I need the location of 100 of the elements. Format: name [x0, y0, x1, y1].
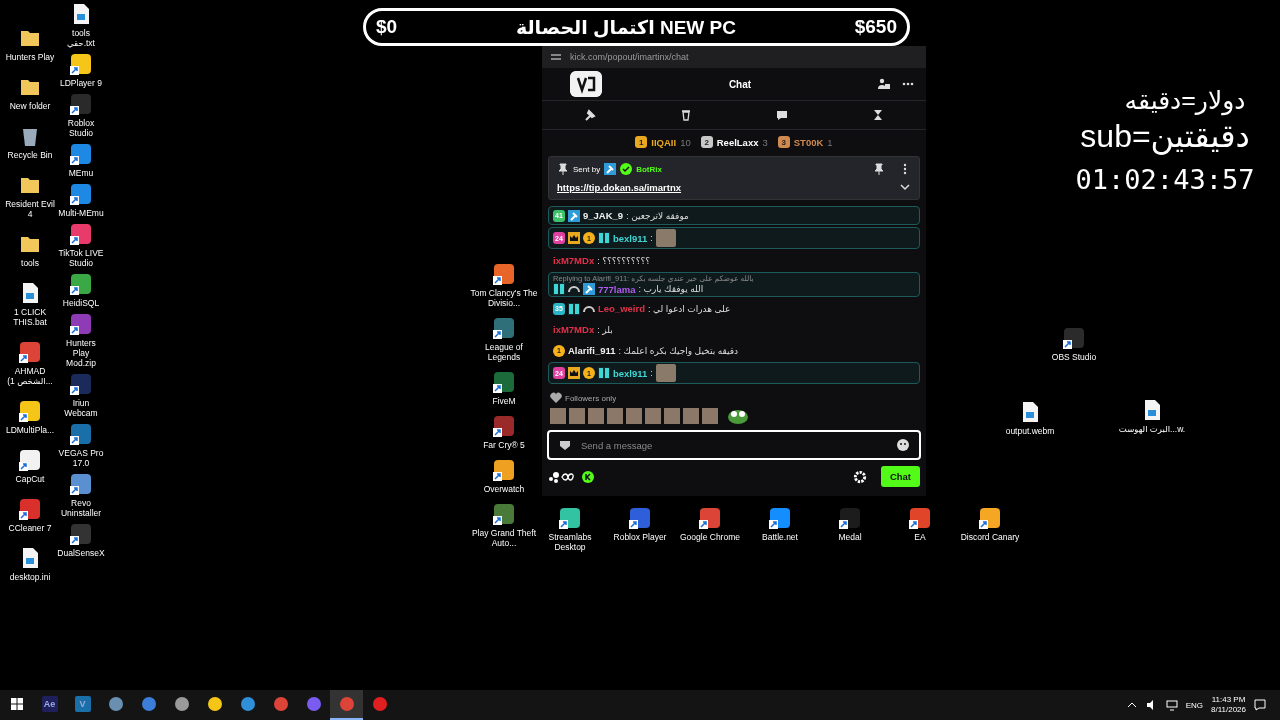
desktop-icon-label[interactable]: tools: [4, 258, 56, 268]
username[interactable]: Leo_weird: [598, 303, 645, 314]
desktop-icon-label[interactable]: MEmu: [57, 168, 105, 178]
language-indicator[interactable]: ENG: [1185, 700, 1203, 710]
chat-bubble-icon[interactable]: [776, 109, 788, 121]
desktop-icon-label[interactable]: Resident Evil 4: [4, 199, 56, 219]
shield-icon: [559, 439, 571, 451]
message-input[interactable]: Send a message: [579, 438, 889, 452]
hourglass-icon[interactable]: [872, 109, 884, 121]
desktop-icon-label[interactable]: LDPlayer 9: [57, 78, 105, 88]
username[interactable]: bexl911: [613, 232, 648, 244]
points-icon[interactable]: [548, 470, 574, 483]
desktop-icon-label[interactable]: Iriun Webcam: [57, 398, 105, 418]
desktop-icon-label[interactable]: Google Chrome: [680, 532, 740, 542]
crown-icon: [568, 232, 580, 244]
taskbar-button[interactable]: [330, 690, 363, 720]
desktop-icon-label[interactable]: AHMAD (الشخص 1...: [4, 366, 56, 386]
desktop-icon-label[interactable]: output.webm: [1005, 426, 1055, 436]
clock-date[interactable]: 8/11/2026: [1211, 705, 1246, 715]
desktop-icon-label[interactable]: EA: [914, 532, 926, 542]
frog-emote-icon[interactable]: [727, 408, 749, 424]
desktop-icon-label[interactable]: FiveM: [492, 396, 516, 406]
desktop-icon-label[interactable]: Tom Clancy's The Divisio...: [470, 288, 538, 308]
desktop-icon-label[interactable]: Medal: [838, 532, 862, 542]
taskbar-button[interactable]: Ae: [33, 690, 66, 720]
desktop-icon-label[interactable]: CCleaner 7: [4, 523, 56, 533]
chat-input-box[interactable]: Send a message: [547, 430, 921, 460]
windows-icon: [10, 698, 23, 710]
username[interactable]: 777lama: [598, 283, 636, 295]
app-shortcut-icon: [698, 506, 722, 530]
notification-icon[interactable]: [1254, 699, 1266, 711]
desktop-icon-label[interactable]: 1 CLICK THIS.bat: [4, 307, 56, 327]
message-text: : على هدرات ادعوا لي: [648, 303, 731, 314]
desktop-icon-label[interactable]: Hunters Play Mod.zip: [57, 338, 105, 368]
desktop-icon-label[interactable]: Roblox Player: [613, 532, 667, 542]
hammer-icon[interactable]: [584, 109, 596, 121]
emote-image: [655, 229, 676, 247]
username[interactable]: bexl911: [613, 367, 648, 379]
app-shortcut-icon: [492, 316, 516, 340]
desktop-icon-label[interactable]: League of Legends: [470, 342, 538, 362]
goal-end-amount: $650: [854, 16, 897, 38]
send-button[interactable]: Chat: [880, 466, 920, 487]
message-text: : دقيقه بتخيل واجيك بكره اعلمك: [618, 345, 739, 356]
desktop-icon-label[interactable]: Battle.net: [762, 532, 798, 542]
desktop-icon-label[interactable]: Far Cry® 5: [483, 440, 525, 450]
moderator-icon: [583, 283, 595, 295]
username[interactable]: Alarifi_911: [568, 345, 616, 356]
desktop-icon-label[interactable]: Revo Uninstaller: [57, 498, 105, 518]
username[interactable]: ixM7MDx: [553, 324, 595, 335]
desktop-icon-label[interactable]: Overwatch: [483, 484, 525, 494]
tip-link[interactable]: https://tip.dokan.sa/imartnx: [557, 181, 682, 193]
rank-badge: 1: [635, 136, 648, 148]
pin-icon[interactable]: [873, 163, 885, 175]
chevron-down-icon[interactable]: [899, 181, 911, 193]
message-text: : ؟؟؟؟؟؟؟؟؟؟: [597, 255, 650, 266]
chat-title: Chat: [727, 78, 753, 90]
pinned-author[interactable]: BotRix: [636, 164, 662, 174]
desktop-icon-label[interactable]: Streamlabs Desktop: [536, 532, 604, 552]
gift-count: 10: [680, 136, 691, 148]
desktop-icon-label[interactable]: CapCut: [4, 474, 56, 484]
desktop-icon-label[interactable]: HeidiSQL: [57, 298, 105, 308]
trash-icon[interactable]: [680, 109, 692, 121]
desktop-icon-label[interactable]: Play Grand Theft Auto...: [470, 528, 538, 548]
verified-icon: [620, 163, 633, 175]
desktop-icon-label[interactable]: Discord Canary: [960, 532, 1020, 542]
desktop-icon-label[interactable]: Hunters Play: [4, 52, 56, 62]
desktop-icon-label[interactable]: Roblox Studio: [57, 118, 105, 138]
kick-coin-icon[interactable]: [582, 470, 594, 483]
rate-text: دولار=دقيقه: [1123, 85, 1246, 116]
emote-image: [655, 364, 676, 382]
app-shortcut-icon: [18, 497, 42, 521]
app-icon: [305, 696, 322, 712]
settings-icon[interactable]: [852, 469, 867, 484]
leaderboard-name: IIQAII: [651, 136, 677, 148]
app-shortcut-icon: [628, 506, 652, 530]
users-icon[interactable]: [878, 78, 890, 90]
username[interactable]: 9_JAK_9: [583, 210, 624, 221]
app-icon: [371, 696, 388, 712]
app-shortcut-icon: [768, 506, 792, 530]
app-icon: [338, 696, 355, 712]
app-shortcut-icon: [18, 340, 42, 364]
address-bar[interactable]: kick.com/popout/imartinx/chat: [570, 52, 689, 62]
desktop-icon-label[interactable]: DualSenseX: [57, 548, 105, 558]
username[interactable]: ixM7MDx: [553, 255, 595, 266]
desktop-icon-label[interactable]: VEGAS Pro 17.0: [57, 448, 105, 468]
app-shortcut-icon: [492, 414, 516, 438]
clock-time[interactable]: 11:43 PM: [1211, 695, 1246, 705]
site-settings-icon[interactable]: [550, 51, 562, 63]
emoji-icon[interactable]: [897, 439, 909, 451]
desktop-icon-label[interactable]: tools حقي.txt: [57, 28, 105, 48]
desktop-icon-label[interactable]: New folder: [4, 101, 56, 111]
desktop-icon-label[interactable]: البرت الهوست...w.: [1118, 424, 1186, 434]
network-icon[interactable]: [1165, 699, 1178, 711]
desktop-icon-label[interactable]: Multi-MEmu: [57, 208, 105, 218]
desktop-icon-label[interactable]: desktop.ini: [4, 572, 56, 582]
desktop-icon-label[interactable]: TikTok LIVE Studio: [57, 248, 105, 268]
desktop-icon-label[interactable]: Recycle Bin: [4, 150, 56, 160]
rate-text: sub=دقيقتين: [1080, 117, 1250, 156]
desktop-icon-label[interactable]: OBS Studio: [1051, 352, 1097, 362]
desktop-icon-label[interactable]: LDMultiPla...: [4, 425, 56, 435]
